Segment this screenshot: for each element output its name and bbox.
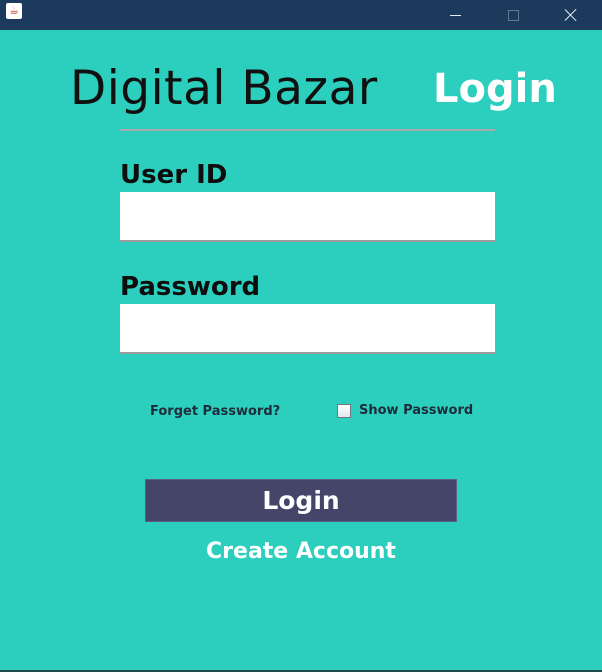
java-app-icon: ☕ bbox=[6, 3, 22, 19]
maximize-icon bbox=[507, 9, 519, 21]
password-label: Password bbox=[120, 272, 261, 302]
user-id-label: User ID bbox=[120, 160, 228, 190]
show-password-toggle[interactable]: Show Password bbox=[337, 402, 473, 420]
close-button[interactable] bbox=[548, 0, 594, 30]
user-id-input[interactable] bbox=[120, 192, 495, 242]
header-divider bbox=[120, 129, 495, 131]
minimize-button[interactable] bbox=[432, 0, 478, 30]
show-password-checkbox[interactable] bbox=[337, 404, 351, 418]
login-button[interactable]: Login bbox=[145, 479, 457, 522]
create-account-link[interactable]: Create Account bbox=[0, 537, 602, 567]
minimize-icon bbox=[449, 14, 461, 16]
brand-title: Digital Bazar bbox=[70, 61, 378, 116]
password-input[interactable] bbox=[120, 304, 495, 354]
page-title: Login bbox=[433, 66, 557, 112]
window-titlebar: ☕ bbox=[0, 0, 602, 30]
close-icon bbox=[564, 8, 578, 22]
forget-password-link[interactable]: Forget Password? bbox=[150, 403, 280, 421]
show-password-label: Show Password bbox=[359, 403, 474, 418]
maximize-button[interactable] bbox=[490, 0, 536, 30]
